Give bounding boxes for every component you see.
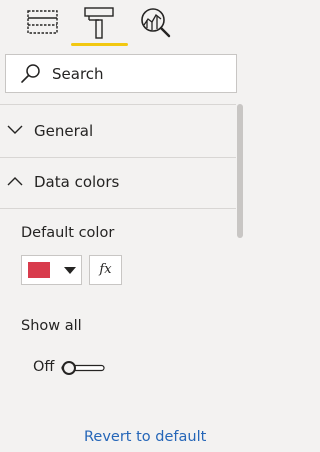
format-pane-tabs bbox=[0, 0, 250, 50]
scrollbar-thumb[interactable] bbox=[237, 104, 243, 238]
show-all-toggle[interactable] bbox=[60, 360, 106, 376]
section-general[interactable]: General bbox=[0, 109, 236, 155]
search-input[interactable] bbox=[52, 61, 232, 86]
toggle-state-label: Off bbox=[33, 359, 55, 375]
section-data-colors-label: Data colors bbox=[34, 173, 120, 191]
section-data-colors[interactable]: Data colors bbox=[0, 160, 236, 206]
default-color-picker[interactable] bbox=[21, 255, 82, 285]
active-tab-indicator bbox=[71, 43, 128, 46]
fields-icon bbox=[27, 10, 58, 34]
show-all-label: Show all bbox=[21, 318, 82, 334]
chevron-down-icon bbox=[7, 125, 23, 134]
format-paint-roller-icon bbox=[84, 7, 114, 39]
divider bbox=[0, 208, 236, 209]
divider bbox=[0, 104, 236, 105]
color-swatch bbox=[28, 262, 50, 278]
revert-to-default-link[interactable]: Revert to default bbox=[84, 429, 206, 445]
chevron-up-icon bbox=[7, 177, 23, 186]
divider bbox=[0, 157, 236, 158]
caret-down-icon bbox=[64, 267, 76, 274]
analytics-magnifier-icon bbox=[141, 8, 171, 38]
search-box[interactable] bbox=[5, 54, 237, 93]
analytics-tab[interactable] bbox=[138, 6, 174, 40]
search-icon bbox=[21, 64, 40, 83]
fields-tab[interactable] bbox=[25, 6, 61, 40]
section-general-label: General bbox=[34, 122, 94, 140]
format-tab[interactable] bbox=[82, 6, 118, 40]
conditional-formatting-fx-button[interactable]: fx bbox=[89, 255, 122, 285]
default-color-label: Default color bbox=[21, 225, 115, 241]
